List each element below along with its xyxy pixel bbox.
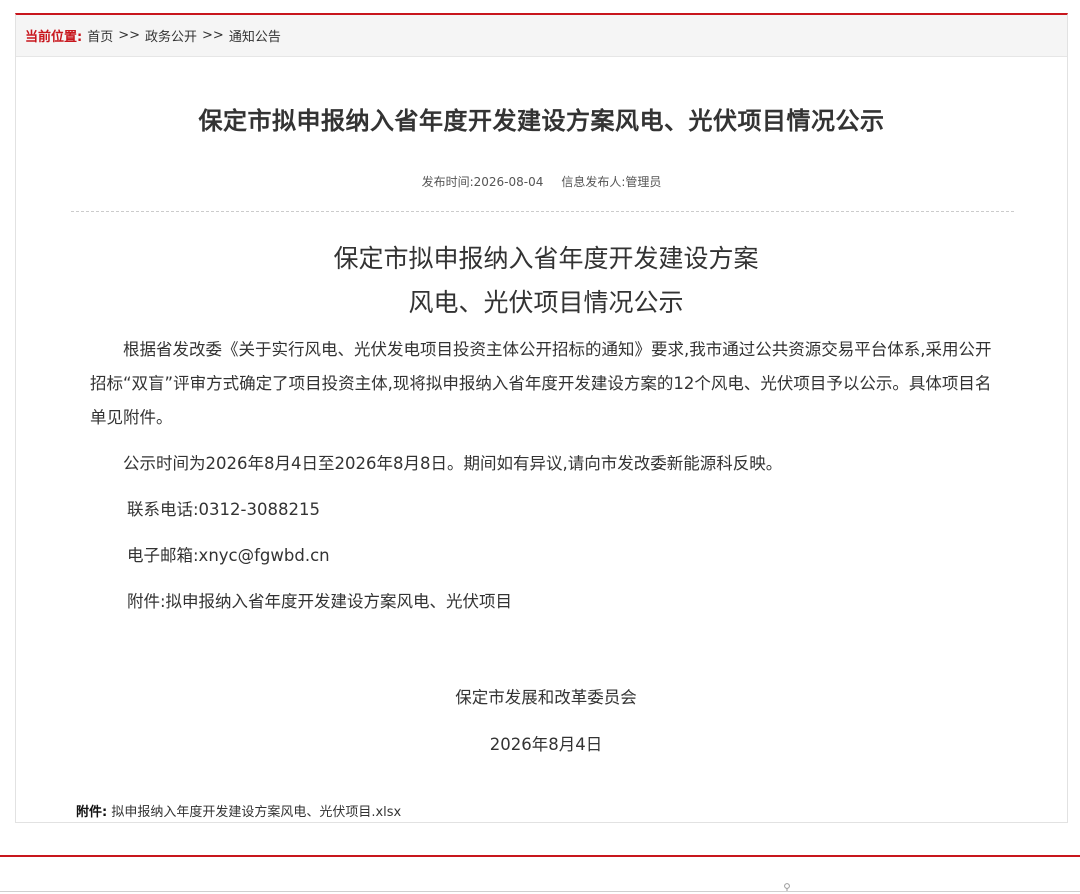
breadcrumb-notices-link[interactable]: 通知公告: [229, 26, 281, 45]
footer-divider: [0, 855, 1080, 857]
publisher: 信息发布人:管理员: [561, 175, 662, 189]
signature-date: 2026年8月4日: [489, 735, 603, 754]
body-paragraph: 公示时间为2026年8月4日至2026年8月8日。期间如有异议,请向市发改委新能…: [123, 454, 783, 473]
publish-time: 发布时间:2026-08-04: [421, 175, 544, 189]
document-title-line: 风电、光伏项目情况公示: [408, 288, 684, 317]
article-panel: 当前位置: 首页 >> 政务公开 >> 通知公告 保定市拟申报纳入省年度开发建设…: [15, 13, 1068, 823]
meta-divider: [71, 211, 1014, 212]
breadcrumb-label: 当前位置:: [25, 30, 83, 45]
document-body: 保定市拟申报纳入省年度开发建设方案 风电、光伏项目情况公示 根据省发改委《关于实…: [90, 237, 1002, 762]
footer-bottom-line: [0, 891, 1080, 892]
document-title-line: 保定市拟申报纳入省年度开发建设方案: [333, 244, 759, 273]
attachment-row: 附件: 拟申报纳入年度开发建设方案风电、光伏项目.xlsx: [76, 801, 401, 820]
document-title: 保定市拟申报纳入省年度开发建设方案 风电、光伏项目情况公示: [90, 237, 1002, 325]
attachment-label: 附件:: [76, 805, 108, 820]
breadcrumb: 当前位置: 首页 >> 政务公开 >> 通知公告: [16, 15, 1067, 57]
attachment-file-link[interactable]: 拟申报纳入年度开发建设方案风电、光伏项目.xlsx: [111, 805, 401, 820]
attachment-note: 附件:拟申报纳入省年度开发建设方案风电、光伏项目: [127, 592, 513, 611]
breadcrumb-separator: >>: [118, 28, 141, 43]
body-paragraph: 根据省发改委《关于实行风电、光伏发电项目投资主体公开招标的通知》要求,我市通过公…: [90, 340, 992, 427]
breadcrumb-separator: >>: [202, 28, 224, 43]
signature-org: 保定市发展和改革委员会: [455, 688, 637, 707]
breadcrumb-gov-affairs-link[interactable]: 政务公开: [145, 26, 197, 45]
contact-email: 电子邮箱:xnyc@fgwbd.cn: [127, 546, 330, 565]
map-pin-icon: [784, 883, 790, 891]
contact-phone: 联系电话:0312-3088215: [127, 500, 320, 519]
breadcrumb-home-link[interactable]: 首页: [87, 26, 113, 45]
article-meta: 发布时间:2026-08-04 信息发布人:管理员: [16, 173, 1067, 190]
article-headline: 保定市拟申报纳入省年度开发建设方案风电、光伏项目情况公示: [198, 107, 885, 135]
